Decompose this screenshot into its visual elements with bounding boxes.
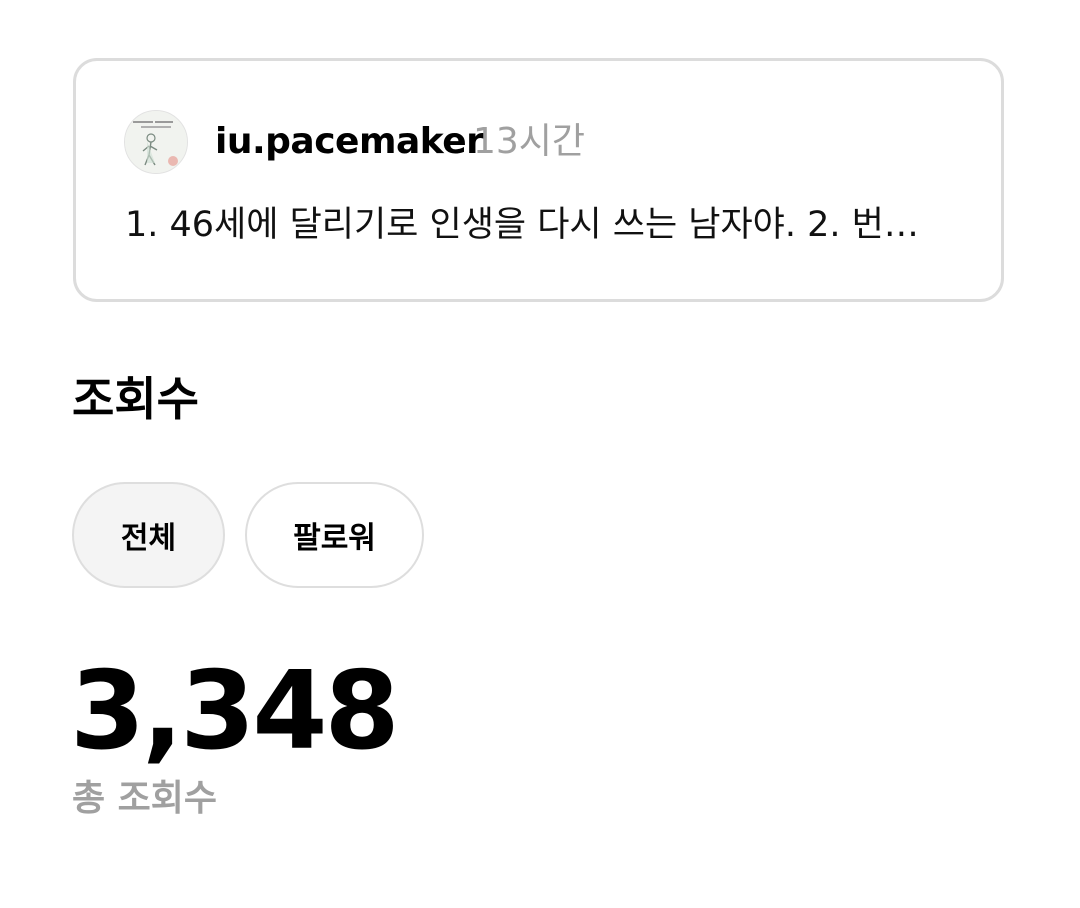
total-views-label: 총 조회수 xyxy=(72,778,218,819)
post-card[interactable]: iu.pacemaker 13시간 1. 46세에 달리기로 인생을 다시 쓰는… xyxy=(73,58,1004,302)
filter-chip-all-label: 전체 xyxy=(120,521,177,556)
views-section-title: 조회수 xyxy=(72,372,199,426)
filter-chip-followers[interactable]: 팔로워 xyxy=(245,482,424,588)
post-timestamp: 13시간 xyxy=(473,121,586,162)
total-views-value: 3,348 xyxy=(70,649,400,774)
filter-chip-all[interactable]: 전체 xyxy=(72,482,225,588)
book-cover-image xyxy=(125,111,187,173)
username[interactable]: iu.pacemaker xyxy=(215,120,484,164)
post-text-preview[interactable]: 1. 46세에 달리기로 인생을 다시 쓰는 남자야. 2. 번… xyxy=(125,202,955,248)
avatar[interactable] xyxy=(124,110,188,174)
filter-chip-followers-label: 팔로워 xyxy=(293,521,376,556)
